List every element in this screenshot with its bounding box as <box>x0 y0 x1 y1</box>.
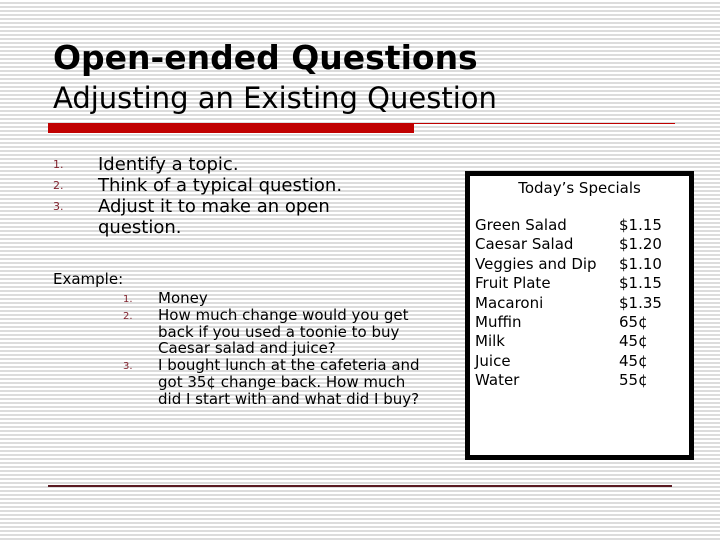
list-item: 3. I bought lunch at the cafeteria and g… <box>123 357 433 407</box>
menu-item-name: Juice <box>475 351 511 370</box>
menu-item-name: Muffin <box>475 312 522 331</box>
menu-row: Macaroni $1.35 <box>475 294 685 313</box>
specials-title: Today’s Specials <box>518 179 641 197</box>
list-number: 2. <box>53 179 64 192</box>
menu-item-name: Veggies and Dip <box>475 254 597 273</box>
menu-row: Caesar Salad $1.20 <box>475 235 685 254</box>
menu-item-price: $1.20 <box>619 235 662 254</box>
menu-item-price: 55¢ <box>619 371 648 390</box>
list-item: 2. Think of a typical question. <box>53 175 393 196</box>
menu-item-price: $1.15 <box>619 274 662 293</box>
list-item: 1. Identify a topic. <box>53 154 393 175</box>
footer-divider-line <box>48 485 672 487</box>
menu-item-price: 45¢ <box>619 332 648 351</box>
list-item-text: Money <box>158 289 208 307</box>
menu-item-price: $1.10 <box>619 254 662 273</box>
list-number: 2. <box>123 310 133 322</box>
menu-row: Milk 45¢ <box>475 332 685 351</box>
list-item-text: Identify a topic. <box>98 154 239 175</box>
menu-item-name: Water <box>475 371 520 390</box>
list-item-text: How much change would you get back if yo… <box>158 305 409 358</box>
list-item-text: I bought lunch at the cafeteria and got … <box>158 356 420 408</box>
menu-row: Water 55¢ <box>475 371 685 390</box>
slide-title: Open-ended Questions <box>53 38 478 77</box>
menu-row: Green Salad $1.15 <box>475 216 685 235</box>
example-label: Example: <box>53 270 124 288</box>
title-accent-bar <box>48 123 414 133</box>
menu-item-name: Macaroni <box>475 293 544 312</box>
menu-item-name: Caesar Salad <box>475 235 574 254</box>
list-number: 1. <box>53 158 64 171</box>
steps-list: 1. Identify a topic. 2. Think of a typic… <box>53 154 393 238</box>
menu-item-price: 65¢ <box>619 312 648 331</box>
menu-item-name: Fruit Plate <box>475 274 551 293</box>
menu-item-price: 45¢ <box>619 351 648 370</box>
specials-menu: Green Salad $1.15 Caesar Salad $1.20 Veg… <box>475 216 685 391</box>
menu-item-price: $1.35 <box>619 293 662 312</box>
list-item-text: Think of a typical question. <box>98 175 343 196</box>
list-number: 3. <box>123 361 133 373</box>
list-item: 2. How much change would you get back if… <box>123 305 433 358</box>
menu-item-name: Green Salad <box>475 216 567 234</box>
menu-row: Veggies and Dip $1.10 <box>475 255 685 274</box>
menu-item-price: $1.15 <box>619 216 662 234</box>
list-item-text: Adjust it to make an open question. <box>98 196 330 238</box>
slide-subtitle: Adjusting an Existing Question <box>53 81 497 115</box>
menu-row: Muffin 65¢ <box>475 313 685 332</box>
list-item: 1. Money <box>123 290 433 307</box>
specials-menu-box: Today’s Specials Green Salad $1.15 Caesa… <box>465 171 694 460</box>
list-number: 1. <box>123 294 133 305</box>
list-number: 3. <box>53 200 64 213</box>
menu-row: Juice 45¢ <box>475 352 685 371</box>
menu-row: Fruit Plate $1.15 <box>475 274 685 293</box>
menu-item-name: Milk <box>475 332 505 351</box>
title-divider-line <box>414 123 675 124</box>
list-item: 3. Adjust it to make an open question. <box>53 196 393 238</box>
example-list: 1. Money 2. How much change would you ge… <box>123 290 433 408</box>
